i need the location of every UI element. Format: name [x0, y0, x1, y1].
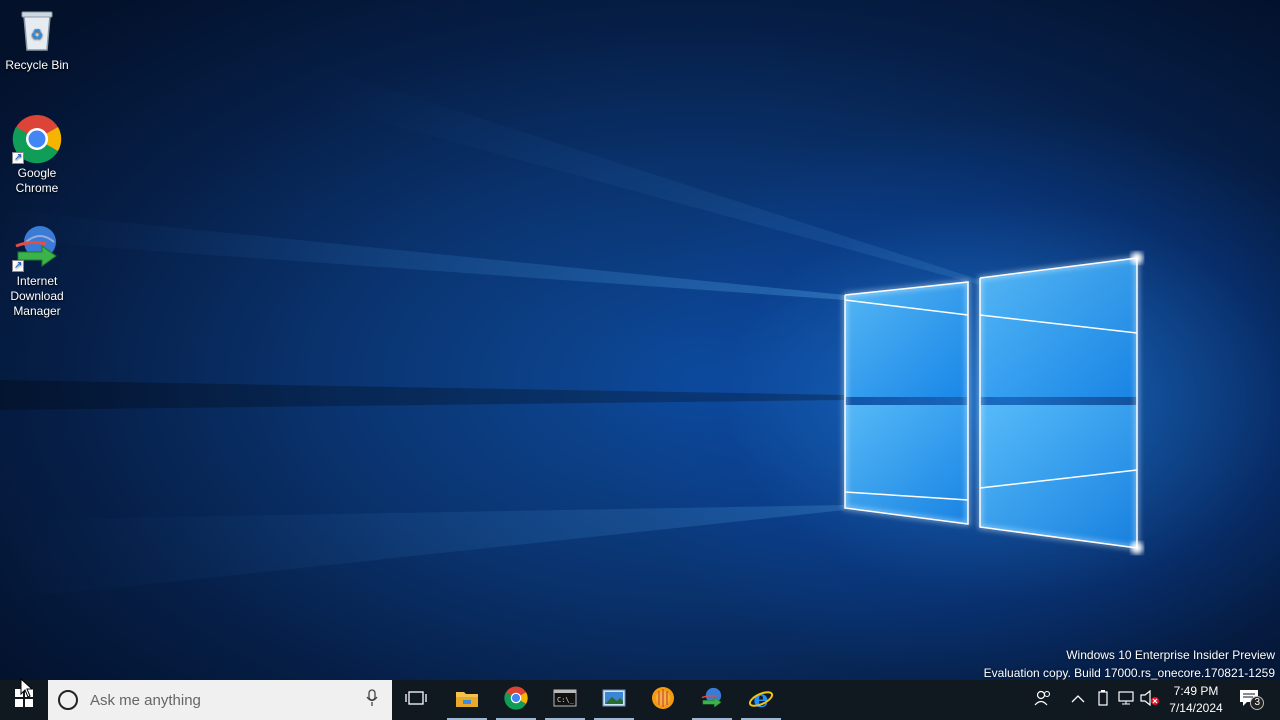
desktop-icon-google-chrome[interactable]: Google Chrome: [0, 114, 74, 196]
action-center-button[interactable]: 3: [1234, 680, 1264, 720]
taskbar-media-player[interactable]: [639, 680, 687, 720]
desktop-icon-internet-download-manager[interactable]: Internet Download Manager: [0, 222, 74, 319]
taskbar-file-explorer[interactable]: [443, 680, 491, 720]
internet-explorer-icon: e: [748, 684, 774, 715]
volume-muted-icon: [1140, 689, 1160, 711]
command-prompt-icon: C:\_: [553, 688, 577, 713]
taskbar-internet-explorer[interactable]: e: [737, 680, 785, 720]
desktop-icon-recycle-bin[interactable]: ♻ Recycle Bin: [0, 6, 74, 73]
taskbar-photo-viewer[interactable]: [590, 680, 638, 720]
internet-download-manager-icon: [699, 686, 725, 715]
clock-date: 7/14/2024: [1169, 701, 1223, 715]
desktop-icon-label: Google Chrome: [15, 166, 59, 195]
mouse-cursor-icon: [20, 678, 34, 698]
microphone-icon[interactable]: [366, 688, 378, 712]
taskbar-command-prompt[interactable]: C:\_: [541, 680, 589, 720]
media-player-icon: [651, 686, 675, 715]
windows-watermark: Windows 10 Enterprise Insider Preview Ev…: [984, 646, 1275, 680]
tray-network[interactable]: [1115, 680, 1137, 720]
windows-logo-wallpaper: [0, 60, 1143, 600]
desktop-icon-label: Recycle Bin: [5, 58, 69, 72]
chrome-icon: [504, 685, 528, 715]
watermark-build: Evaluation copy. Build 17000.rs_onecore.…: [983, 666, 1275, 680]
tray-clock[interactable]: 7:49 PM 7/14/2024: [1164, 680, 1228, 720]
recycle-bin-icon: ♻: [12, 6, 62, 56]
taskbar-internet-download-manager[interactable]: [688, 680, 736, 720]
svg-text:♻: ♻: [31, 27, 44, 43]
show-hidden-icons-button[interactable]: [1066, 680, 1090, 720]
clock-time: 7:49 PM: [1173, 684, 1219, 698]
tray-battery[interactable]: [1092, 680, 1114, 720]
shortcut-arrow-icon: [12, 258, 24, 273]
watermark-edition: Windows 10 Enterprise Insider Preview: [1066, 648, 1275, 662]
task-view-icon: [405, 690, 427, 711]
search-placeholder: Ask me anything: [90, 691, 201, 709]
desktop-icon-label: Internet Download Manager: [10, 274, 64, 318]
cortana-search-box[interactable]: Ask me anything: [48, 680, 392, 720]
network-icon: [1117, 690, 1135, 711]
svg-text:C:\_: C:\_: [557, 696, 575, 704]
file-explorer-icon: [455, 688, 479, 713]
tray-volume[interactable]: [1139, 680, 1161, 720]
shortcut-arrow-icon: [12, 150, 24, 165]
action-center-icon: 3: [1239, 689, 1264, 712]
internet-download-manager-icon: [12, 222, 62, 273]
notification-count-badge: 3: [1250, 695, 1264, 710]
people-icon: [1034, 689, 1052, 712]
chrome-icon: [12, 114, 62, 165]
taskbar-chrome[interactable]: [492, 680, 540, 720]
cortana-icon: [58, 690, 78, 710]
task-view-button[interactable]: [392, 680, 440, 720]
people-button[interactable]: [1028, 680, 1058, 720]
desktop: ♻ Recycle Bin Google Chrome: [0, 0, 1280, 680]
chevron-up-icon: [1071, 691, 1085, 709]
photo-viewer-icon: [602, 688, 626, 713]
battery-icon: [1097, 689, 1109, 712]
